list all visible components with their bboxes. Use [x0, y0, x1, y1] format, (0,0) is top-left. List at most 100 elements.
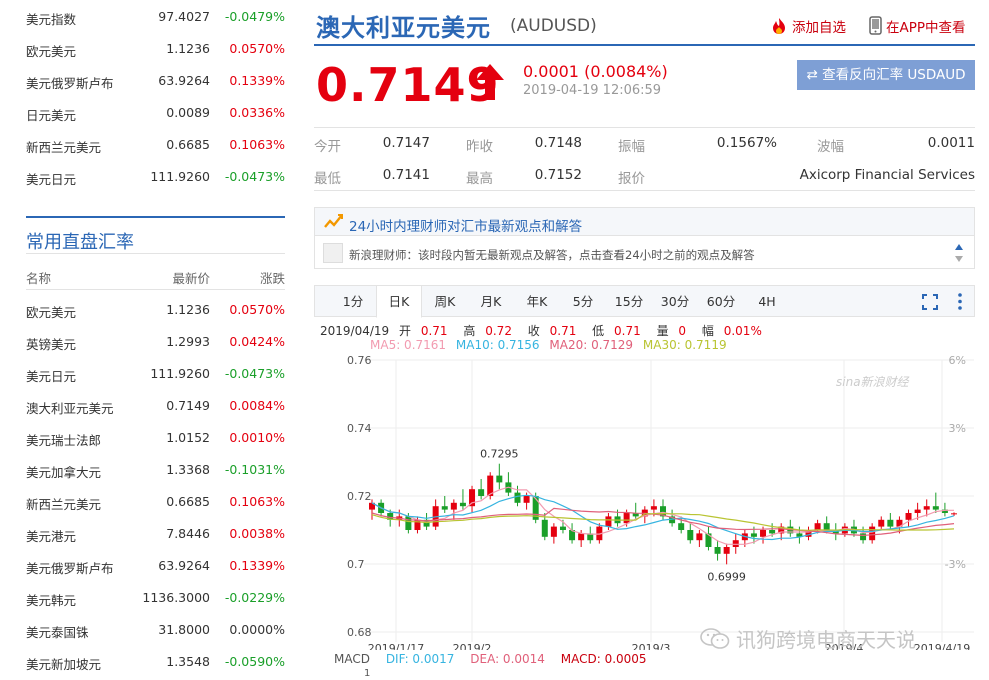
- candle-body: [932, 506, 939, 510]
- rate-name: 英镑美元: [26, 337, 77, 352]
- candle-body: [905, 513, 912, 520]
- rate-price: 97.4027: [158, 9, 210, 24]
- list-item[interactable]: 欧元美元 1.1236 0.0570%: [26, 293, 285, 325]
- list-item[interactable]: 美元韩元 1136.3000 -0.0229%: [26, 581, 285, 613]
- list-item[interactable]: 新西兰元美元 0.6685 0.1063%: [26, 485, 285, 517]
- list-item[interactable]: 新西兰元美元 0.6685 0.1063%: [26, 128, 285, 160]
- list-item[interactable]: 欧元美元 1.1236 0.0570%: [26, 32, 285, 64]
- advisor-opinion-text[interactable]: 新浪理财师：该时段内暂无最新观点及解答，点击查看24小时之前的观点及解答: [349, 247, 755, 263]
- tab-period[interactable]: 日K: [376, 285, 422, 318]
- rate-price: 0.0089: [166, 105, 210, 120]
- list-item[interactable]: 美元瑞士法郎 1.0152 0.0010%: [26, 421, 285, 453]
- rate-price: 63.9264: [158, 73, 210, 88]
- pair-code: (AUDUSD): [510, 16, 597, 36]
- x-tick-label: 2019/4/19: [914, 642, 970, 650]
- candle-body: [559, 526, 566, 530]
- rate-name: 美元韩元: [26, 593, 77, 608]
- add-watchlist-button[interactable]: 添加自选: [770, 16, 846, 39]
- rate-name: 新西兰元美元: [26, 140, 102, 155]
- tab-period[interactable]: 1分: [330, 286, 376, 317]
- list-item[interactable]: 美元指数 97.4027 -0.0479%: [26, 0, 285, 32]
- list-item[interactable]: 英镑美元 1.2993 0.0424%: [26, 325, 285, 357]
- y-tick-label: 0.7: [347, 558, 365, 571]
- stat-prev-value: 0.7148: [534, 135, 582, 151]
- fullscreen-icon[interactable]: [922, 294, 938, 313]
- list-item[interactable]: 美元港元 7.8446 0.0038%: [26, 517, 285, 549]
- rate-name: 美元加拿大元: [26, 465, 102, 480]
- tab-period[interactable]: 30分: [652, 286, 698, 317]
- rate-name: 欧元美元: [26, 44, 77, 59]
- candle-body: [723, 547, 730, 554]
- wechat-icon: [700, 627, 730, 656]
- stat-quote-label: 报价: [618, 171, 645, 187]
- rate-price: 1.1236: [166, 41, 210, 56]
- reverse-rate-button[interactable]: ⇄ 查看反向汇率 USDAUD: [797, 60, 975, 90]
- candle-body: [605, 516, 612, 527]
- amplitude-value: 0.01%: [723, 324, 762, 338]
- rate-change: 0.0038%: [229, 526, 285, 541]
- stat-amp-value: 0.1567%: [716, 135, 777, 151]
- watermark-text: 讯狗跨境电商天天说: [736, 628, 916, 652]
- left-panel: 美元指数 97.4027 -0.0479% 欧元美元 1.1236 0.0570% 美元俄罗…: [0, 0, 300, 680]
- open-value: 0.71: [420, 324, 448, 338]
- watermark: 讯狗跨境电商天天说: [700, 624, 916, 656]
- candle-body: [814, 523, 821, 530]
- chart-period-tabs: 1分 日K 周K 月K 年K 5分 15分 30分 60分 4H: [314, 285, 975, 318]
- list-item[interactable]: 澳大利亚元美元 0.7149 0.0084%: [26, 389, 285, 421]
- more-options-icon[interactable]: [958, 293, 962, 313]
- stat-low-label: 最低: [314, 171, 341, 187]
- list-item[interactable]: 日元美元 0.0089 0.0336%: [26, 96, 285, 128]
- list-item[interactable]: 美元泰国铢 31.8000 0.0000%: [26, 613, 285, 645]
- rate-change: 0.0570%: [229, 41, 285, 56]
- tab-period[interactable]: 月K: [468, 286, 514, 317]
- candle-body: [914, 509, 921, 513]
- candle-body: [459, 502, 466, 507]
- rate-price: 1.3548: [166, 654, 210, 669]
- tab-period[interactable]: 60分: [698, 286, 744, 317]
- tab-period[interactable]: 15分: [606, 286, 652, 317]
- rate-change: 0.0336%: [229, 105, 285, 120]
- tab-period[interactable]: 5分: [560, 286, 606, 317]
- advisor-opinion-header[interactable]: 24小时内理财师对汇市最新观点和解答: [315, 208, 974, 236]
- candle-body: [869, 526, 876, 541]
- candle-body: [550, 526, 557, 537]
- tab-period[interactable]: 周K: [422, 286, 468, 317]
- price-change: 0.0001 (0.0084%): [523, 62, 668, 81]
- rate-change: 0.0000%: [229, 622, 285, 637]
- rate-name: 美元瑞士法郎: [26, 433, 102, 448]
- candle-body: [750, 533, 757, 537]
- y-tick-label: 0.72: [347, 490, 372, 503]
- scroll-arrows-icon[interactable]: [954, 242, 964, 267]
- stat-spread-label: 波幅: [817, 139, 844, 155]
- macd-dea: DEA: 0.0014: [470, 652, 545, 666]
- rate-name: 美元俄罗斯卢布: [26, 76, 114, 91]
- tab-period[interactable]: 4H: [744, 286, 790, 317]
- candle-body: [496, 475, 503, 483]
- sina-logo: sina新浪财经: [836, 375, 911, 389]
- stat-prev-label: 昨收: [466, 139, 493, 155]
- volume-label: 量: [656, 324, 669, 338]
- x-tick-label: 2019/2: [453, 642, 492, 650]
- list-item[interactable]: 美元加拿大元 1.3368 -0.1031%: [26, 453, 285, 485]
- kline-chart[interactable]: 0.76 0.74 0.72 0.7 0.68 6% 3% -3% 2019/1/17 2019/…: [314, 350, 975, 650]
- list-item[interactable]: 美元俄罗斯卢布 63.9264 0.1339%: [26, 64, 285, 96]
- candle-body: [760, 530, 767, 537]
- tab-period[interactable]: 年K: [514, 286, 560, 317]
- list-item[interactable]: 美元新加坡元 1.3548 -0.0590%: [26, 645, 285, 677]
- list-item[interactable]: 美元日元 111.9260 -0.0473%: [26, 160, 285, 192]
- pct-tick-label: 6%: [949, 354, 966, 367]
- rate-name: 美元俄罗斯卢布: [26, 561, 114, 576]
- rate-price: 1.1236: [166, 302, 210, 317]
- rate-name: 澳大利亚元美元: [26, 401, 114, 416]
- rate-name: 美元指数: [26, 12, 77, 27]
- list-item[interactable]: 美元日元 111.9260 -0.0473%: [26, 357, 285, 389]
- rate-price: 63.9264: [158, 558, 210, 573]
- stat-spread-value: 0.0011: [927, 135, 975, 151]
- advisor-opinion-box: 24小时内理财师对汇市最新观点和解答 新浪理财师：该时段内暂无最新观点及解答，点…: [314, 207, 975, 269]
- list-item[interactable]: 美元俄罗斯卢布 63.9264 0.1339%: [26, 549, 285, 581]
- close-label: 收: [527, 324, 540, 338]
- rate-price: 1136.3000: [142, 590, 210, 605]
- rate-change: -0.0473%: [224, 366, 285, 381]
- rate-name: 美元港元: [26, 529, 77, 544]
- view-in-app-button[interactable]: 在APP中查看: [869, 16, 966, 39]
